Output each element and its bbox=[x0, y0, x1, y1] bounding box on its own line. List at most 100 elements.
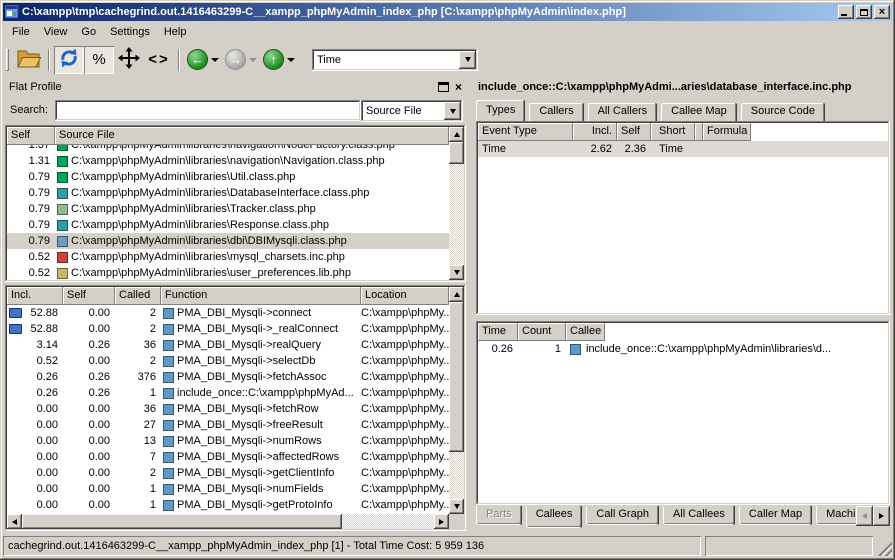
scroll-right-button[interactable] bbox=[434, 514, 449, 529]
file-list-vertical-scrollbar[interactable] bbox=[449, 127, 464, 280]
scroll-left-button[interactable] bbox=[7, 514, 22, 529]
column-header-self[interactable]: Self bbox=[7, 127, 55, 145]
scroll-track[interactable] bbox=[342, 514, 434, 529]
column-header-incl[interactable]: Incl. bbox=[573, 123, 617, 141]
detail-tab[interactable]: Source Code bbox=[741, 103, 825, 121]
detail-bottom-tab[interactable]: Parts bbox=[476, 506, 522, 525]
arrow-up-icon bbox=[454, 132, 460, 137]
up-button[interactable]: ↑ bbox=[260, 46, 298, 74]
float-panel-icon[interactable] bbox=[438, 82, 449, 92]
tab-scroll-left-button[interactable] bbox=[856, 506, 873, 526]
maximize-button[interactable] bbox=[856, 5, 872, 19]
event-type-row[interactable]: Time 2.62 2.36 Time bbox=[478, 141, 888, 157]
function-row[interactable]: 0.00 0.00 1 PMA_DBI_Mysqli->numFields C:… bbox=[7, 481, 449, 497]
column-header-location[interactable]: Location bbox=[361, 287, 449, 305]
function-row[interactable]: 0.00 0.00 2 PMA_DBI_Mysqli->getClientInf… bbox=[7, 465, 449, 481]
detail-tab[interactable]: Types bbox=[476, 100, 525, 121]
function-row[interactable]: 0.26 0.26 1 include_once::C:\xampp\phpMy… bbox=[7, 385, 449, 401]
source-file-row[interactable]: 0.79 C:\xampp\phpMyAdmin\libraries\Respo… bbox=[7, 217, 449, 233]
scroll-up-button[interactable] bbox=[449, 127, 464, 142]
menu-item[interactable]: View bbox=[37, 24, 75, 40]
back-button[interactable]: ← bbox=[184, 46, 222, 74]
function-row[interactable]: 0.26 0.26 376 PMA_DBI_Mysqli->fetchAssoc… bbox=[7, 369, 449, 385]
detail-tab[interactable]: All Callers bbox=[588, 103, 658, 121]
source-file-row[interactable]: 0.79 C:\xampp\phpMyAdmin\libraries\Track… bbox=[7, 201, 449, 217]
source-file-row[interactable]: 0.79 C:\xampp\phpMyAdmin\libraries\Util.… bbox=[7, 169, 449, 185]
function-name-cell: PMA_DBI_Mysqli->selectDb bbox=[161, 355, 361, 367]
function-row[interactable]: 0.00 0.00 13 PMA_DBI_Mysqli->numRows C:\… bbox=[7, 433, 449, 449]
called-count-cell: 2 bbox=[115, 307, 161, 319]
column-header-self[interactable]: Self bbox=[63, 287, 115, 305]
callee-row[interactable]: 0.26 1 include_once::C:\xampp\phpMyAdmin… bbox=[478, 341, 888, 357]
source-file-row[interactable]: 0.79 C:\xampp\phpMyAdmin\libraries\dbi\D… bbox=[7, 233, 449, 249]
grouping-dropdown-button[interactable] bbox=[444, 102, 461, 120]
column-header-incl[interactable]: Incl. bbox=[7, 287, 63, 305]
function-row[interactable]: 0.00 0.00 7 PMA_DBI_Mysqli->affectedRows… bbox=[7, 449, 449, 465]
source-file-row[interactable]: 0.52 C:\xampp\phpMyAdmin\libraries\mysql… bbox=[7, 249, 449, 265]
scroll-up-button[interactable] bbox=[449, 287, 464, 302]
source-file-row[interactable]: 0.79 C:\xampp\phpMyAdmin\libraries\Datab… bbox=[7, 185, 449, 201]
function-row[interactable]: 0.00 0.00 27 PMA_DBI_Mysqli->freeResult … bbox=[7, 417, 449, 433]
detail-bottom-tab[interactable]: Callees bbox=[526, 506, 583, 528]
column-header-function[interactable]: Function bbox=[161, 287, 361, 305]
close-button[interactable]: × bbox=[874, 5, 890, 19]
self-cost-cell: 0.00 bbox=[63, 403, 115, 415]
function-row[interactable]: 3.14 0.26 36 PMA_DBI_Mysqli->realQuery C… bbox=[7, 337, 449, 353]
scroll-down-button[interactable] bbox=[449, 265, 464, 280]
menu-item[interactable]: Settings bbox=[103, 24, 157, 40]
title-bar[interactable]: C:\xampp\tmp\cachegrind.out.1416463299-C… bbox=[3, 3, 892, 21]
event-type-dropdown-button[interactable] bbox=[459, 51, 476, 69]
detail-tab[interactable]: Callee Map bbox=[661, 103, 737, 121]
minimize-button[interactable] bbox=[838, 5, 854, 19]
forward-button[interactable]: → bbox=[222, 46, 260, 74]
open-file-button[interactable] bbox=[14, 46, 44, 74]
tab-scroll-right-button[interactable] bbox=[873, 506, 890, 526]
percent-toggle-button[interactable]: % bbox=[84, 46, 114, 74]
self-cell: 2.36 bbox=[617, 143, 651, 155]
event-type-combobox[interactable]: Time bbox=[312, 49, 478, 71]
source-file-row[interactable]: 1.37 C:\xampp\phpMyAdmin\libraries\navig… bbox=[7, 145, 449, 153]
resize-grip[interactable] bbox=[877, 541, 892, 556]
dock-layout-button[interactable] bbox=[114, 46, 144, 74]
function-table-horizontal-scrollbar[interactable] bbox=[7, 514, 449, 529]
column-header-short[interactable]: Short bbox=[651, 123, 695, 141]
function-row[interactable]: 52.88 0.00 2 PMA_DBI_Mysqli->_realConnec… bbox=[7, 321, 449, 337]
column-header-called[interactable]: Called bbox=[115, 287, 161, 305]
menu-item[interactable]: Go bbox=[74, 24, 103, 40]
column-header-self[interactable]: Self bbox=[617, 123, 651, 141]
source-file-row[interactable]: 0.52 C:\xampp\phpMyAdmin\libraries\user_… bbox=[7, 265, 449, 280]
column-header-formula[interactable]: Formula bbox=[703, 123, 751, 141]
scroll-thumb[interactable] bbox=[22, 514, 342, 529]
column-header-callee[interactable]: Callee bbox=[566, 323, 605, 341]
column-header-source-file[interactable]: Source File bbox=[55, 127, 449, 145]
cycle-detection-button[interactable]: <> bbox=[144, 46, 174, 74]
move-cross-icon bbox=[118, 47, 140, 72]
search-input[interactable] bbox=[55, 100, 361, 121]
column-header-count[interactable]: Count bbox=[518, 323, 566, 341]
scroll-thumb[interactable] bbox=[449, 302, 464, 452]
function-row[interactable]: 0.52 0.00 2 PMA_DBI_Mysqli->selectDb C:\… bbox=[7, 353, 449, 369]
menu-item[interactable]: File bbox=[5, 24, 37, 40]
function-row[interactable]: 52.88 0.00 2 PMA_DBI_Mysqli->connect C:\… bbox=[7, 305, 449, 321]
column-header-event-type[interactable]: Event Type bbox=[478, 123, 573, 141]
function-row[interactable]: 0.00 0.00 36 PMA_DBI_Mysqli->fetchRow C:… bbox=[7, 401, 449, 417]
menu-item[interactable]: Help bbox=[157, 24, 194, 40]
self-cost-cell: 0.79 bbox=[7, 187, 55, 199]
detail-bottom-tab[interactable]: Call Graph bbox=[586, 506, 659, 525]
detail-bottom-tab[interactable]: Caller Map bbox=[739, 506, 812, 525]
detail-tab[interactable]: Callers bbox=[529, 103, 583, 121]
scrollbar-corner bbox=[449, 514, 464, 529]
function-name-cell: PMA_DBI_Mysqli->fetchAssoc bbox=[161, 371, 361, 383]
source-file-row[interactable]: 1.31 C:\xampp\phpMyAdmin\libraries\navig… bbox=[7, 153, 449, 169]
column-header-time[interactable]: Time bbox=[478, 323, 518, 341]
function-row[interactable]: 0.00 0.00 1 PMA_DBI_Mysqli->getProtoInfo… bbox=[7, 497, 449, 513]
toolbar-grip[interactable] bbox=[6, 49, 9, 71]
close-panel-icon[interactable]: × bbox=[455, 82, 462, 92]
grouping-combobox[interactable]: Source File bbox=[361, 100, 463, 122]
self-cost-cell: 0.00 bbox=[63, 355, 115, 367]
reload-button[interactable] bbox=[54, 46, 84, 74]
scroll-thumb[interactable] bbox=[449, 142, 464, 164]
detail-bottom-tab[interactable]: All Callees bbox=[663, 506, 735, 525]
scroll-down-button[interactable] bbox=[449, 499, 464, 514]
function-table-vertical-scrollbar[interactable] bbox=[449, 287, 464, 514]
